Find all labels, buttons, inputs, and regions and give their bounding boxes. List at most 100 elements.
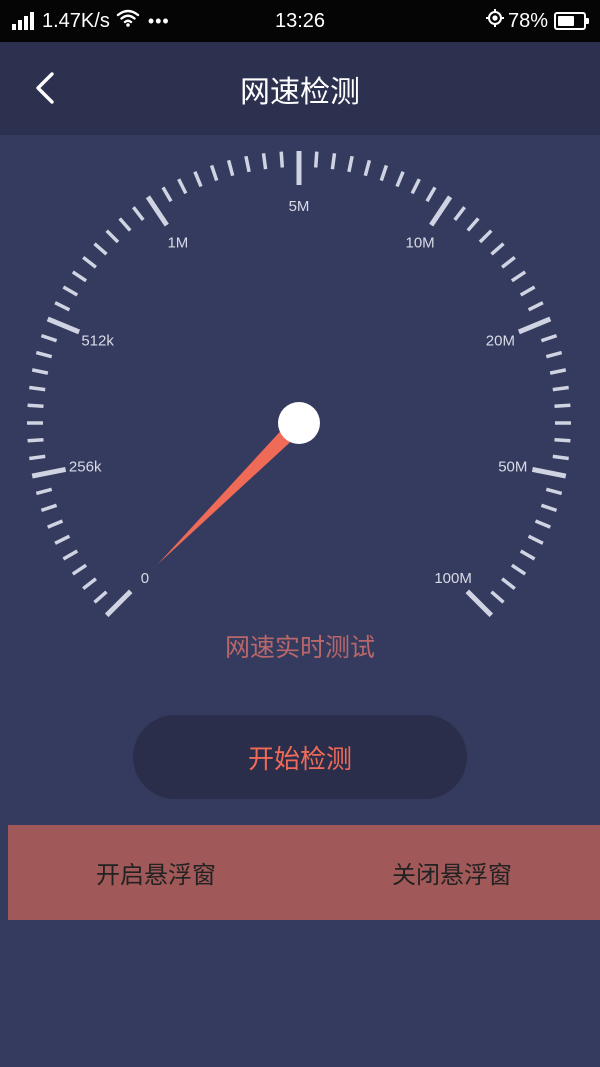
gauge-minor-tick [501, 256, 516, 269]
gauge-major-tick [465, 589, 494, 618]
gauge-major-tick [46, 316, 81, 335]
start-test-button[interactable]: 开始检测 [133, 715, 467, 799]
gauge-minor-tick [71, 270, 88, 283]
gauge-major-tick [145, 195, 169, 227]
gauge-major-tick [531, 466, 567, 479]
gauge-minor-tick [161, 186, 173, 203]
gauge-minor-tick [545, 350, 563, 359]
gauge-minor-tick [29, 385, 46, 392]
gauge-minor-tick [71, 563, 88, 576]
wifi-icon [116, 9, 140, 33]
gauge-minor-tick [549, 368, 567, 375]
gauge-label: 1M [167, 235, 188, 252]
gauge-minor-tick [540, 503, 558, 513]
gauge-minor-tick [62, 549, 79, 561]
gauge-minor-tick [35, 350, 53, 359]
gauge-minor-tick [527, 301, 544, 312]
gauge-minor-tick [395, 171, 405, 188]
gauge-minor-tick [261, 153, 268, 170]
gauge-label: 5M [289, 198, 310, 215]
gauge-minor-tick [490, 242, 505, 256]
status-bar: 1.47K/s ••• 13:26 78% [0, 0, 600, 42]
gauge-minor-tick [209, 164, 219, 182]
gauge-minor-tick [552, 385, 569, 392]
gauge-minor-tick [527, 534, 544, 545]
gauge-minor-tick [27, 437, 44, 443]
signal-icon [12, 12, 36, 30]
gauge-minor-tick [330, 153, 337, 170]
gauge-minor-tick [478, 229, 493, 244]
gauge-minor-tick [510, 270, 527, 283]
speed-gauge: 0 256k 512k 1M 5M 10M 20M 50M 100M [0, 135, 600, 675]
gauge-minor-tick [313, 151, 319, 168]
open-float-window-button[interactable]: 开启悬浮窗 [8, 825, 304, 920]
gauge-major-tick [429, 195, 453, 227]
gauge-label: 100M [434, 570, 472, 587]
gauge-caption: 网速实时测试 [224, 633, 375, 662]
gauge-minor-tick [501, 577, 516, 590]
gauge-minor-tick [244, 155, 251, 173]
gauge-minor-tick [552, 454, 569, 461]
chevron-left-icon [36, 72, 54, 104]
gauge-minor-tick [40, 503, 58, 513]
gauge-labels: 0 256k 512k 1M 5M 10M 20M 50M 100M [69, 198, 527, 587]
gauge-minor-tick [363, 159, 372, 177]
nav-bar: 网速检测 [0, 42, 600, 135]
gauge-minor-tick [35, 487, 53, 496]
gauge-minor-tick [93, 242, 108, 256]
gauge-major-tick [31, 466, 67, 479]
gauge-needle [157, 417, 305, 565]
gauge-minor-tick [47, 519, 64, 529]
gauge-minor-tick [490, 590, 505, 604]
gauge-minor-tick [82, 256, 97, 269]
gauge-major-tick [104, 589, 133, 618]
gauge-minor-tick [132, 206, 145, 221]
gauge-label: 20M [486, 333, 515, 350]
page-title: 网速检测 [240, 74, 360, 110]
gauge-minor-tick [27, 403, 44, 409]
gauge-minor-tick [519, 285, 536, 297]
close-float-window-button[interactable]: 关闭悬浮窗 [304, 825, 600, 920]
gauge-dial: 0 256k 512k 1M 5M 10M 20M 50M 100M [27, 151, 571, 618]
gauge-minor-tick [519, 549, 536, 561]
gauge-minor-tick [193, 171, 203, 188]
float-window-panel: 开启悬浮窗 关闭悬浮窗 [8, 825, 600, 920]
gauge-minor-tick [62, 285, 79, 297]
gauge-minor-tick [545, 487, 563, 496]
gauge-major-tick [517, 316, 552, 335]
battery-icon [554, 12, 589, 30]
gauge-label: 50M [498, 459, 527, 476]
gauge-label: 10M [406, 235, 435, 252]
back-button[interactable] [22, 64, 70, 112]
network-speed: 1.47K/s [42, 9, 110, 32]
gauge-minor-tick [177, 178, 188, 195]
gauge-minor-tick [54, 534, 71, 545]
gauge-minor-tick [118, 217, 132, 232]
status-time: 13:26 [274, 9, 326, 32]
gauge-minor-tick [410, 178, 421, 195]
gauge-minor-tick [40, 333, 58, 343]
gauge-ticks [27, 151, 571, 618]
gauge-minor-tick [510, 563, 527, 576]
more-dots-icon: ••• [147, 10, 170, 31]
gauge-label: 0 [141, 570, 149, 587]
gauge-minor-tick [105, 229, 120, 244]
gauge-hub [278, 402, 320, 444]
gauge-label: 512k [81, 333, 114, 350]
gauge-minor-tick [554, 403, 571, 409]
gauge-minor-tick [554, 437, 571, 443]
gauge-minor-tick [347, 155, 354, 173]
gauge-minor-tick [279, 151, 285, 168]
gauge-minor-tick [425, 186, 437, 203]
gauge-minor-tick [534, 519, 551, 529]
gauge-minor-tick [29, 454, 46, 461]
gauge-minor-tick [54, 301, 71, 312]
gauge-minor-tick [93, 590, 108, 604]
gauge-minor-tick [540, 333, 558, 343]
battery-percent: 78% [507, 9, 548, 32]
gauge-minor-tick [379, 164, 389, 182]
gauge-label: 256k [69, 459, 102, 476]
gauge-minor-tick [226, 159, 235, 177]
gauge-minor-tick [82, 577, 97, 590]
gauge-minor-tick [453, 206, 466, 221]
